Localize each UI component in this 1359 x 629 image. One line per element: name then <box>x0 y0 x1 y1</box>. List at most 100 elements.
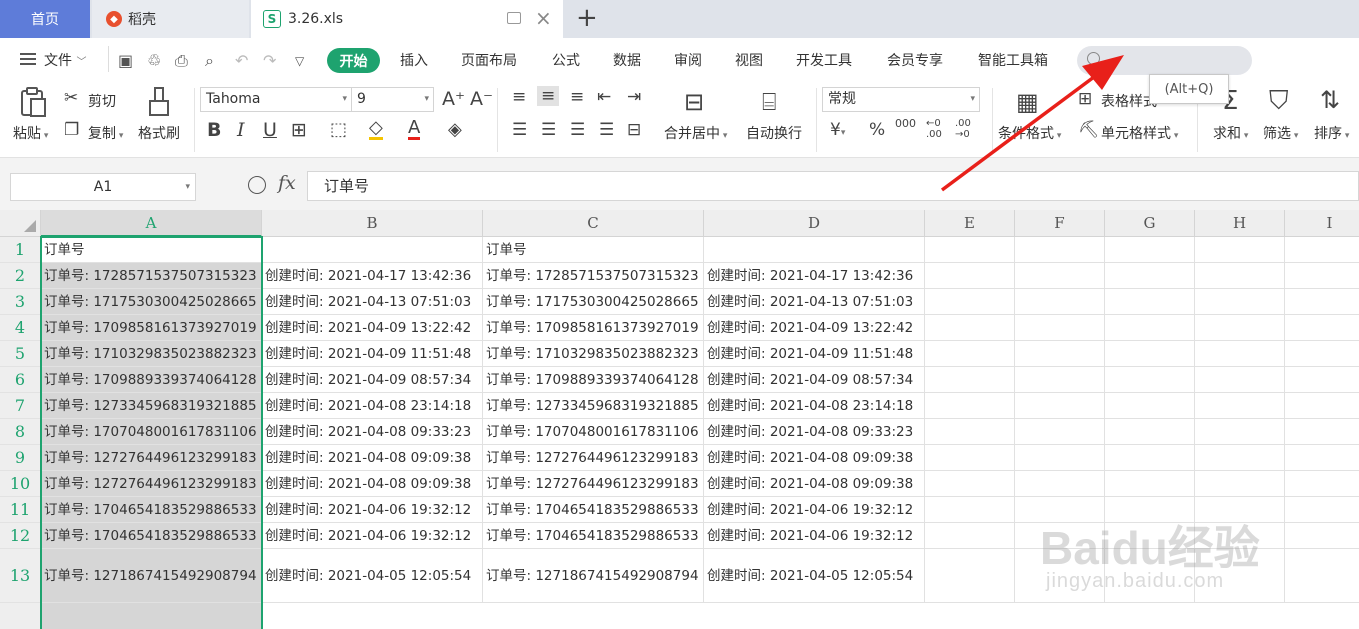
distributed-align-icon[interactable]: ⊟ <box>627 120 641 140</box>
table-cell[interactable]: 订单号 <box>483 237 704 263</box>
redo-icon[interactable]: ↷ <box>263 51 276 70</box>
underline-icon[interactable]: U <box>263 119 277 141</box>
sum-button[interactable]: 求和 ▾ <box>1213 123 1248 143</box>
justify-icon[interactable]: ☰ <box>599 120 614 140</box>
window-pin-icon[interactable] <box>507 12 521 24</box>
table-cell[interactable]: 订单号: 1707048001617831106 <box>41 419 262 445</box>
table-cell[interactable]: 创建时间: 2021-04-13 07:51:03 <box>262 289 483 315</box>
table-cell[interactable] <box>1015 341 1105 367</box>
format-painter-button[interactable]: 格式刷 <box>138 123 180 143</box>
sort-button[interactable]: 排序 ▾ <box>1314 123 1349 143</box>
tab-smart-toolbox[interactable]: 智能工具箱 <box>978 50 1048 70</box>
align-center-icon[interactable]: ☰ <box>541 120 556 140</box>
table-cell[interactable] <box>1105 341 1195 367</box>
table-cell[interactable]: 订单号: 1709858161373927019 <box>41 315 262 341</box>
table-cell[interactable] <box>704 237 925 263</box>
table-cell[interactable]: 创建时间: 2021-04-06 19:32:12 <box>704 497 925 523</box>
row-header[interactable]: 6 <box>0 367 41 393</box>
table-cell[interactable]: 订单号: 1710329835023882323 <box>41 341 262 367</box>
tab-review[interactable]: 审阅 <box>674 50 702 70</box>
table-cell[interactable]: 创建时间: 2021-04-06 19:32:12 <box>262 497 483 523</box>
table-cell[interactable] <box>925 393 1015 419</box>
table-cell[interactable] <box>1105 471 1195 497</box>
decrease-indent-icon[interactable]: ⇤ <box>597 87 611 107</box>
table-cell[interactable] <box>1105 367 1195 393</box>
table-cell[interactable] <box>1015 237 1105 263</box>
table-cell[interactable] <box>1285 497 1359 523</box>
table-cell[interactable]: 订单号: 1704654183529886533 <box>41 497 262 523</box>
table-cell[interactable]: 创建时间: 2021-04-17 13:42:36 <box>262 263 483 289</box>
table-cell[interactable] <box>1015 419 1105 445</box>
print-preview-icon[interactable]: ⌕ <box>205 51 214 71</box>
table-cell[interactable] <box>1285 393 1359 419</box>
table-cell[interactable] <box>1105 315 1195 341</box>
zoom-icon[interactable] <box>248 176 266 194</box>
increase-font-icon[interactable]: A⁺ <box>442 88 465 110</box>
conditional-format-icon[interactable]: ▦ <box>1016 88 1039 116</box>
new-tab-plus-icon[interactable]: + <box>576 4 598 32</box>
increase-decimal-icon[interactable]: ←0.00 <box>926 118 942 140</box>
table-cell[interactable]: 创建时间: 2021-04-17 13:42:36 <box>704 263 925 289</box>
align-middle-icon[interactable]: ≡ <box>537 86 560 106</box>
table-style-icon[interactable]: ⊞ <box>1078 89 1092 109</box>
table-cell[interactable] <box>1285 419 1359 445</box>
table-cell[interactable]: 创建时间: 2021-04-08 09:09:38 <box>704 445 925 471</box>
column-header-b[interactable]: B <box>262 210 483 237</box>
table-cell[interactable]: 订单号: 1709889339374064128 <box>41 367 262 393</box>
table-cell[interactable] <box>1285 315 1359 341</box>
table-cell[interactable] <box>925 341 1015 367</box>
table-cell[interactable]: 订单号: 1707048001617831106 <box>483 419 704 445</box>
table-cell[interactable]: 创建时间: 2021-04-08 09:09:38 <box>262 471 483 497</box>
filter-button[interactable]: 筛选 ▾ <box>1263 123 1298 143</box>
table-cell[interactable]: 创建时间: 2021-04-09 08:57:34 <box>262 367 483 393</box>
table-cell[interactable] <box>1105 263 1195 289</box>
decrease-font-icon[interactable]: A⁻ <box>470 88 493 110</box>
table-cell[interactable]: 创建时间: 2021-04-09 11:51:48 <box>262 341 483 367</box>
align-right-icon[interactable]: ☰ <box>570 120 585 140</box>
paste-icon[interactable] <box>18 87 50 119</box>
formula-input[interactable]: 订单号 <box>307 171 1359 201</box>
tab-data[interactable]: 数据 <box>613 50 641 70</box>
table-cell[interactable] <box>1195 263 1285 289</box>
table-cell[interactable] <box>925 367 1015 393</box>
table-cell[interactable]: 订单号: 1717530300425028665 <box>483 289 704 315</box>
table-cell[interactable] <box>1285 523 1359 549</box>
table-cell[interactable] <box>1285 289 1359 315</box>
tab-view[interactable]: 视图 <box>735 50 763 70</box>
wrap-text-icon[interactable]: ⌸ <box>762 88 776 116</box>
table-cell[interactable]: 创建时间: 2021-04-08 09:33:23 <box>704 419 925 445</box>
cell-style-icon[interactable]: ⛏ <box>1078 120 1100 140</box>
filter-icon[interactable]: ⛉ <box>1269 86 1289 117</box>
row-header[interactable]: 7 <box>0 393 41 419</box>
table-cell[interactable]: 创建时间: 2021-04-06 19:32:12 <box>704 523 925 549</box>
table-cell[interactable] <box>1105 419 1195 445</box>
align-top-icon[interactable]: ≡ <box>512 87 526 107</box>
table-cell[interactable]: 订单号 <box>41 237 262 263</box>
table-cell[interactable]: 创建时间: 2021-04-05 12:05:54 <box>704 549 925 603</box>
table-cell[interactable]: 订单号: 1273345968319321885 <box>483 393 704 419</box>
tab-daoke[interactable]: ◆ 稻壳 <box>92 0 249 38</box>
table-cell[interactable] <box>1015 367 1105 393</box>
table-cell[interactable] <box>1015 393 1105 419</box>
row-header[interactable]: 12 <box>0 523 41 549</box>
align-left-icon[interactable]: ☰ <box>512 120 527 140</box>
table-cell[interactable] <box>1285 237 1359 263</box>
percent-icon[interactable]: % <box>869 120 885 140</box>
table-cell[interactable]: 订单号: 1272764496123299183 <box>41 445 262 471</box>
tab-member[interactable]: 会员专享 <box>887 50 943 70</box>
table-cell[interactable]: 创建时间: 2021-04-08 09:09:38 <box>262 445 483 471</box>
row-header[interactable]: 11 <box>0 497 41 523</box>
table-cell[interactable]: 订单号: 1271867415492908794 <box>483 549 704 603</box>
table-cell[interactable] <box>1285 471 1359 497</box>
table-cell[interactable]: 订单号: 1272764496123299183 <box>41 471 262 497</box>
table-cell[interactable] <box>1105 445 1195 471</box>
table-cell[interactable] <box>925 237 1015 263</box>
column-header-i[interactable]: I <box>1285 210 1359 237</box>
table-cell[interactable] <box>1015 263 1105 289</box>
clear-format-icon[interactable]: ◈ <box>448 119 462 140</box>
export-icon[interactable]: ♲ <box>147 51 161 70</box>
fx-icon[interactable]: fx <box>278 172 296 194</box>
table-cell[interactable]: 订单号: 1272764496123299183 <box>483 471 704 497</box>
merge-center-button[interactable]: 合并居中 ▾ <box>664 123 727 143</box>
row-header[interactable]: 3 <box>0 289 41 315</box>
